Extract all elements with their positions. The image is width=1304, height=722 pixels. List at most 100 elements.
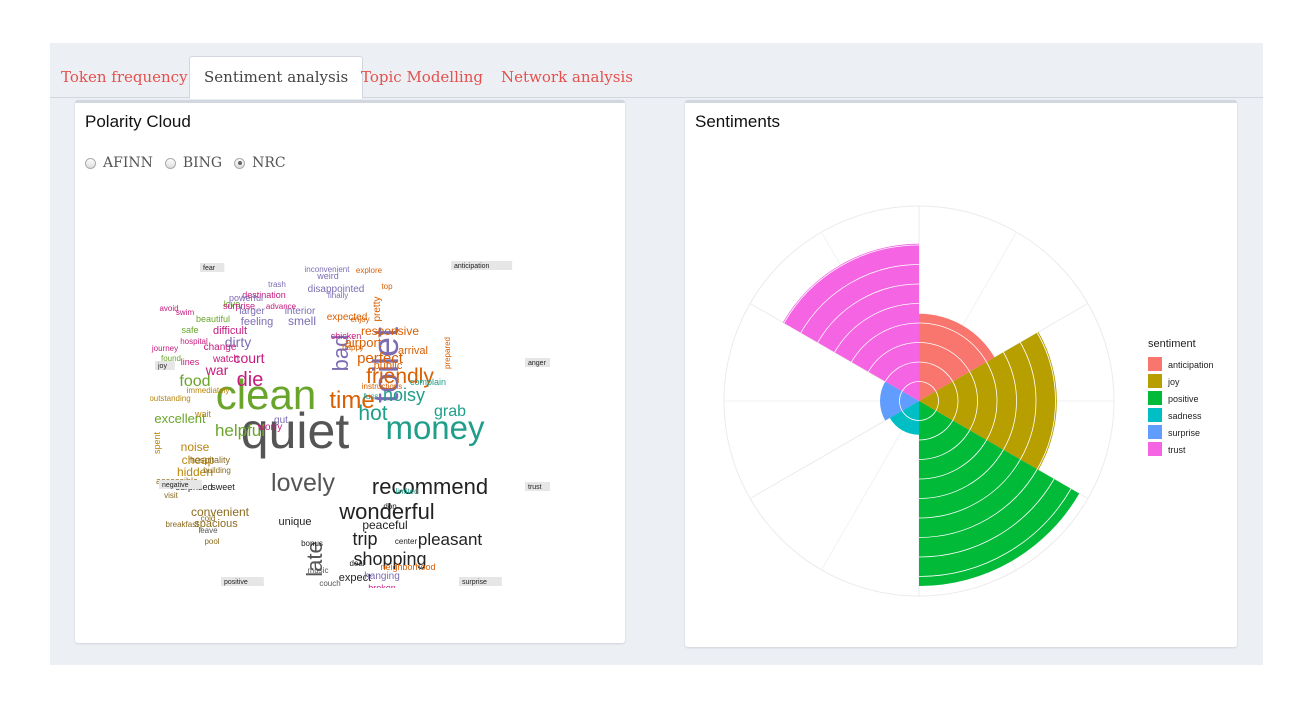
tab-sentiment-analysis[interactable]: Sentiment analysis — [189, 56, 364, 99]
cloud-word: hospitality — [190, 455, 231, 465]
cloud-word: explore — [356, 266, 383, 275]
cloud-category-label: negative — [159, 480, 202, 489]
svg-text:anger: anger — [528, 360, 547, 367]
panel-title: Polarity Cloud — [85, 112, 191, 131]
cloud-word: feeling — [241, 316, 273, 328]
cloud-word: cold — [201, 514, 216, 523]
cloud-word: pleasant — [418, 530, 483, 549]
cloud-word: pretty — [372, 296, 383, 321]
cloud-word: immediately — [187, 386, 230, 395]
legend-item-joy: joy — [1148, 374, 1180, 388]
legend-item-positive: positive — [1148, 391, 1199, 405]
svg-text:surprise: surprise — [1168, 428, 1200, 438]
cloud-word: outstanding — [150, 394, 191, 403]
cloud-word: responsive — [361, 324, 419, 338]
svg-text:negative: negative — [162, 482, 189, 489]
svg-text:positive: positive — [1168, 394, 1199, 404]
cloud-word: spent — [152, 431, 162, 454]
svg-text:joy: joy — [157, 363, 167, 370]
cloud-word: grab — [434, 403, 466, 420]
cloud-word: journey — [151, 344, 178, 353]
cloud-word: music — [308, 566, 329, 575]
cloud-word: don — [383, 502, 396, 511]
chart-legend: sentiment anticipation joy positive sadness s… — [1148, 338, 1214, 456]
cloud-word: noise — [181, 440, 210, 454]
svg-text:trust: trust — [528, 484, 542, 491]
svg-text:anticipation: anticipation — [1168, 360, 1214, 370]
sentiments-panel: Sentiments sentiment anticipation joy posit… — [685, 100, 1237, 647]
radio-label: BING — [182, 155, 223, 171]
cloud-word: peaceful — [362, 518, 407, 532]
svg-text:sadness: sadness — [1168, 411, 1202, 421]
cloud-word: visit — [164, 491, 179, 500]
svg-text:trust: trust — [1168, 445, 1186, 455]
cloud-word: chicken — [331, 331, 362, 341]
legend-item-sadness: sadness — [1148, 408, 1202, 422]
cloud-word: advance — [266, 302, 297, 311]
radio-nrc[interactable]: NRC — [234, 155, 286, 171]
app-container: Token frequency Sentiment analysis Topic… — [50, 43, 1263, 665]
cloud-word: unique — [278, 516, 311, 528]
radio-bing[interactable]: BING — [164, 155, 223, 171]
svg-text:joy: joy — [1167, 377, 1180, 387]
cloud-word: finally — [328, 291, 348, 300]
cloud-word: center — [395, 537, 418, 546]
cloud-word: complain — [410, 377, 446, 387]
cloud-word: limited — [395, 487, 418, 496]
tab-topic-modelling[interactable]: Topic Modelling — [361, 57, 483, 97]
cloud-word: watch — [212, 354, 239, 365]
cloud-category-label: joy — [155, 361, 175, 370]
cloud-word: safe — [181, 325, 198, 335]
cloud-word: fuss — [364, 392, 379, 401]
cloud-word: wait — [194, 409, 212, 419]
cloud-word: clean — [216, 371, 316, 418]
cloud-word: lovely — [271, 469, 335, 497]
radio-unchecked-icon — [85, 157, 96, 169]
lexicon-radio-group: AFINN BING NRC — [85, 155, 298, 171]
svg-text:surprise: surprise — [462, 579, 487, 586]
svg-text:anticipation: anticipation — [454, 263, 490, 270]
cloud-word: public — [374, 360, 403, 372]
cloud-word: building — [203, 466, 231, 475]
cloud-word: trip — [352, 529, 377, 549]
cloud-category-label: anger — [525, 358, 550, 367]
cloud-word: arrival — [398, 345, 428, 357]
cloud-word: neighborhood — [380, 562, 435, 572]
tab-network-analysis[interactable]: Network analysis — [501, 57, 633, 97]
tab-token-frequency[interactable]: Token frequency — [61, 57, 188, 97]
cloud-word: bonus — [301, 539, 323, 548]
cloud-category-label: positive — [221, 577, 264, 586]
cloud-word: instructions — [362, 382, 402, 391]
cloud-word: trash — [268, 280, 286, 289]
cloud-word: swim — [176, 308, 195, 317]
cloud-word: hospital — [180, 337, 208, 346]
cloud-word: change — [204, 342, 237, 353]
legend-item-trust: trust — [1148, 442, 1186, 456]
cloud-word: couch — [319, 579, 340, 588]
cloud-word: happy — [342, 343, 364, 352]
legend-item-anticipation: anticipation — [1148, 357, 1214, 371]
cloud-word: top — [381, 282, 393, 291]
cloud-word: broken — [368, 583, 396, 588]
cloud-word: inconvenient — [305, 265, 351, 274]
cloud-word: gut — [274, 415, 288, 426]
cloud-word: breakfast — [166, 520, 200, 529]
cloud-word: leave — [198, 526, 218, 535]
polarity-word-cloud: quietcleanmoneytoiletlovely recommendwond… — [150, 261, 550, 588]
radio-unchecked-icon — [164, 157, 176, 169]
cloud-word: hot — [358, 402, 387, 425]
cloud-category-label: anticipation — [451, 261, 513, 270]
cloud-word: hanging — [364, 571, 400, 582]
radio-label: AFINN — [103, 155, 153, 171]
cloud-word: prepared — [443, 337, 452, 369]
legend-title: sentiment — [1148, 338, 1196, 350]
cloud-category-label: surprise — [459, 577, 502, 586]
radio-checked-icon — [234, 157, 246, 169]
sentiment-rose-chart: sentiment anticipation joy positive sadness s… — [723, 205, 1214, 597]
cloud-category-label: fear — [200, 263, 225, 272]
polarity-cloud-panel: Polarity Cloud AFINN BING NRC quiet clean… — [75, 100, 625, 643]
svg-text:positive: positive — [224, 579, 248, 586]
cloud-category-label: trust — [525, 482, 550, 491]
cloud-word: die — [237, 369, 264, 391]
radio-afinn[interactable]: AFINN — [85, 155, 153, 171]
